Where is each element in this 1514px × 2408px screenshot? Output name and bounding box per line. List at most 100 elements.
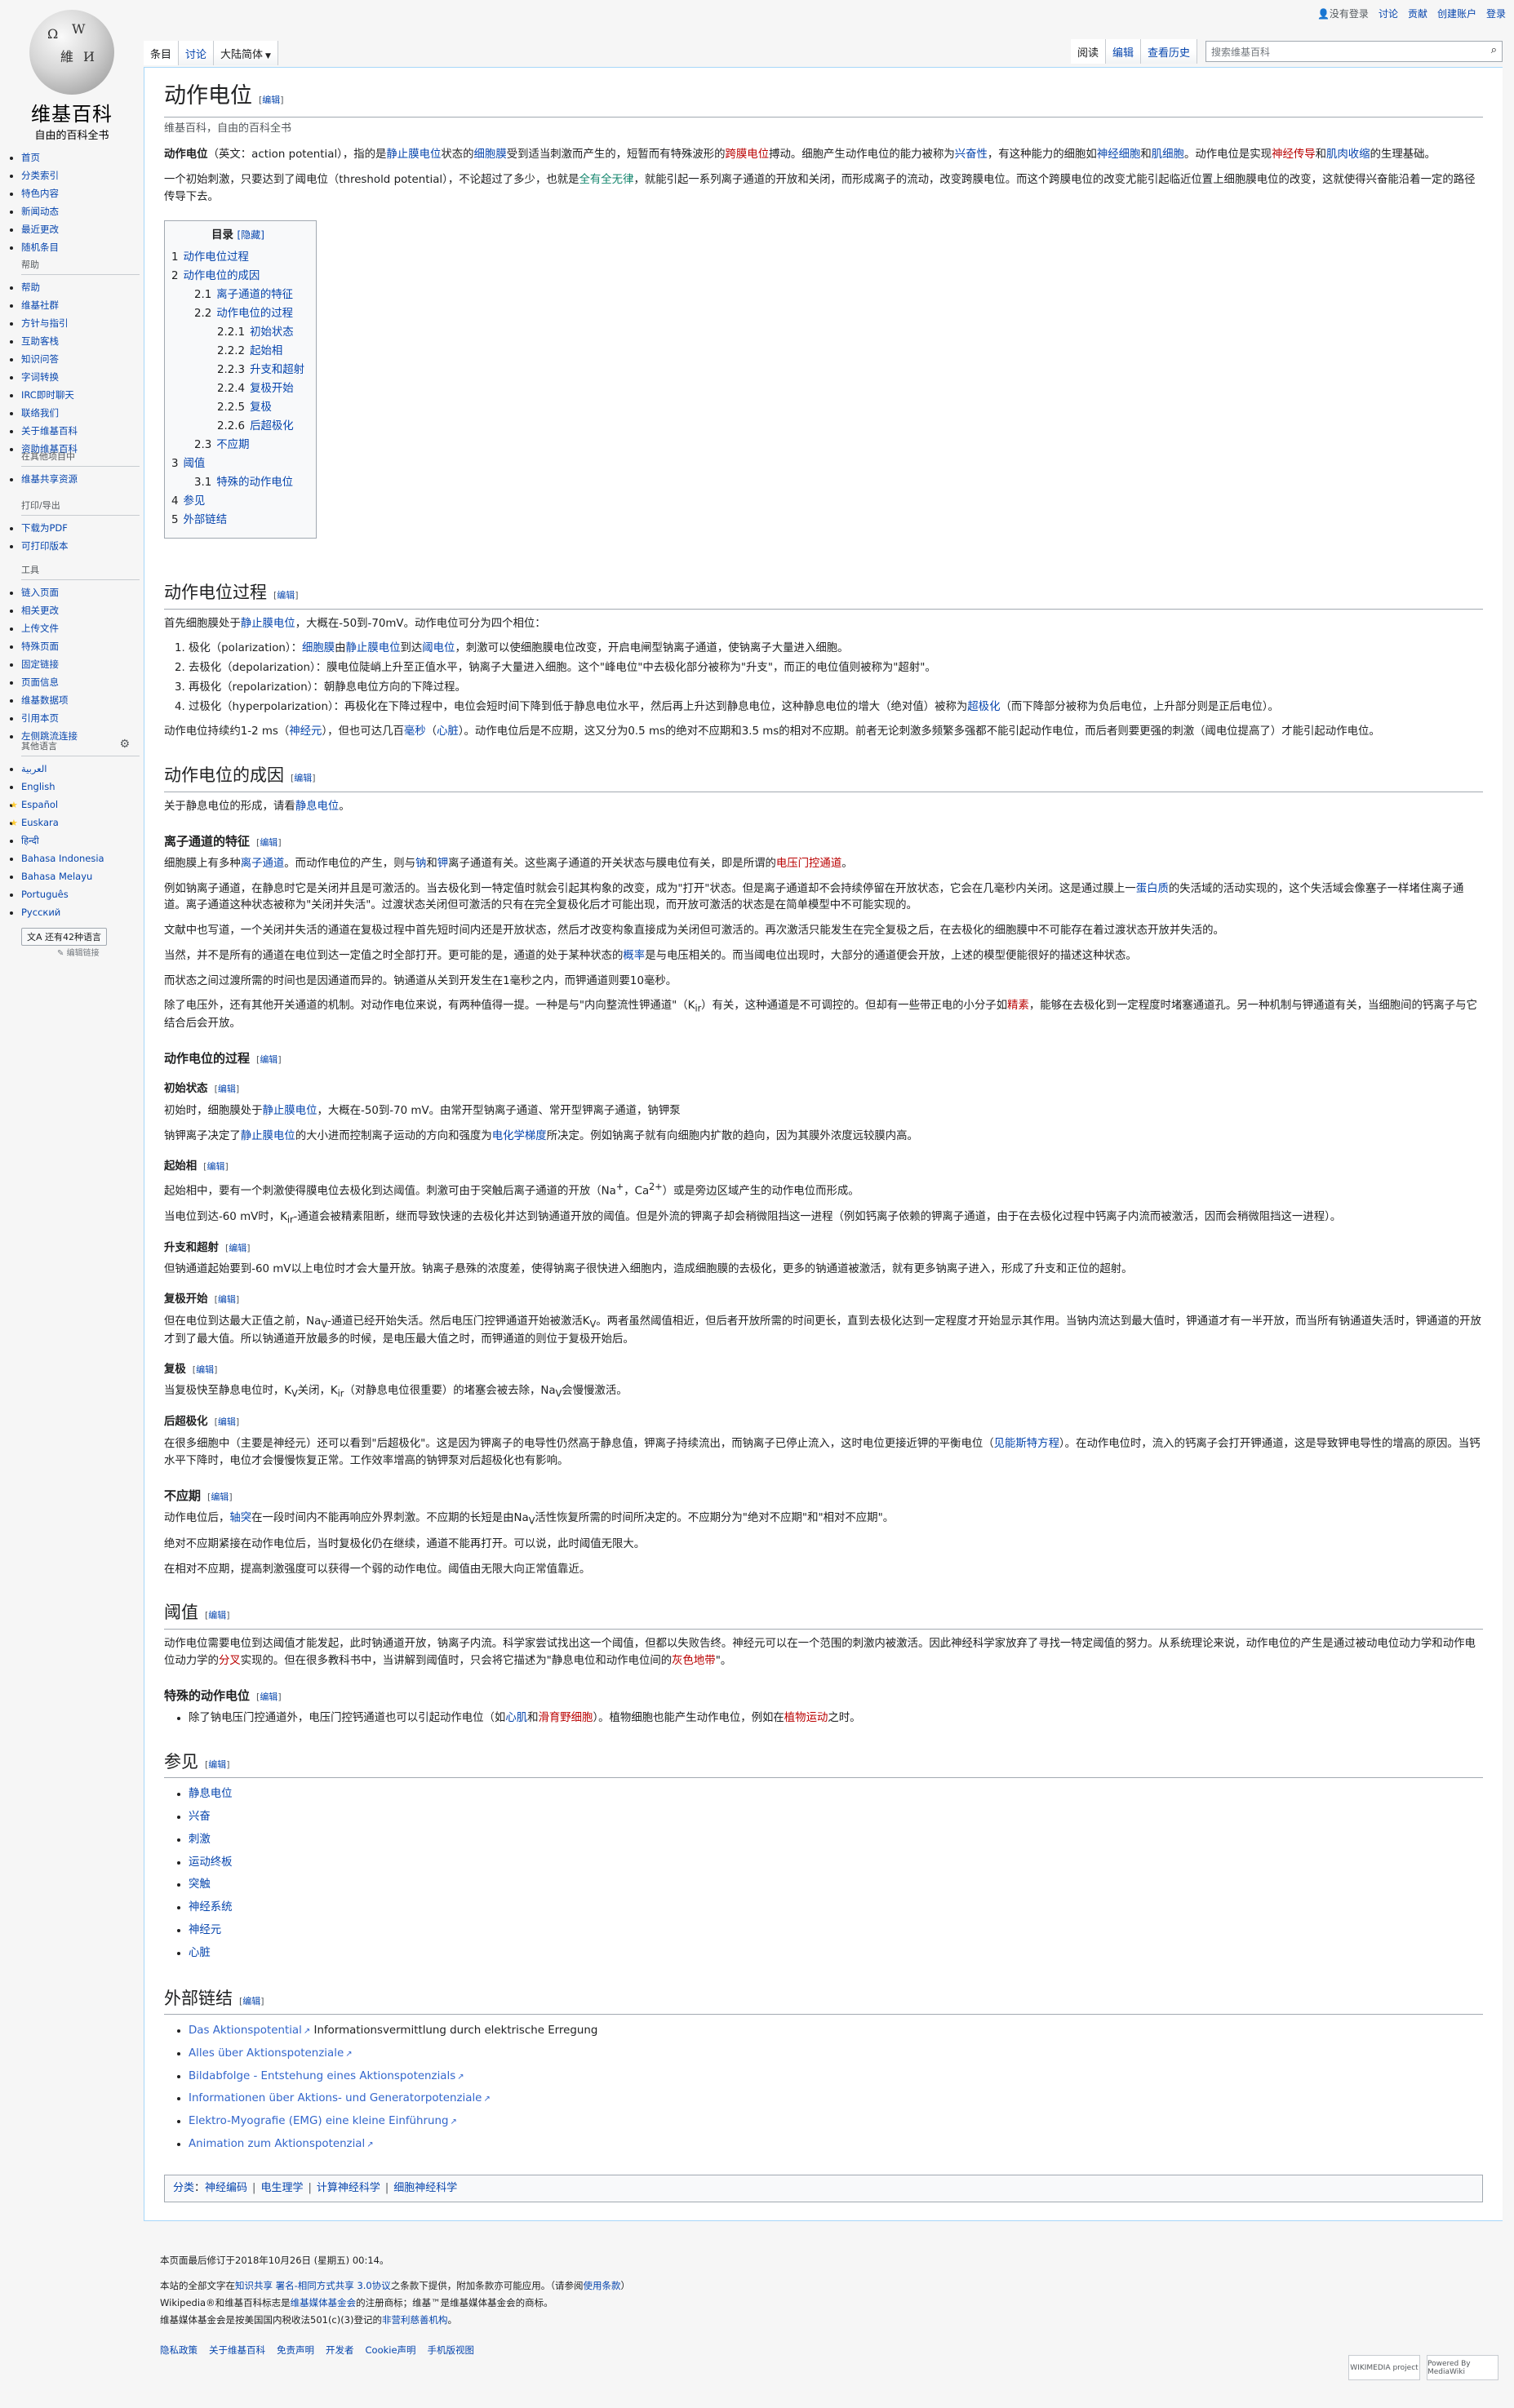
link-protein[interactable]: 蛋白质 — [1136, 883, 1169, 895]
sidebar-help-link[interactable]: 联络我们 — [21, 407, 59, 419]
link-sodium[interactable]: 钠 — [415, 858, 426, 870]
toc-link[interactable]: 后超极化 — [250, 420, 294, 432]
section-edit-link[interactable]: 编辑 — [260, 837, 277, 848]
link-plant-movement[interactable]: 植物运动 — [784, 1712, 828, 1724]
toc-link[interactable]: 特殊的动作电位 — [216, 477, 293, 489]
section-edit-link[interactable]: 编辑 — [242, 1996, 260, 2007]
sidebar-tool-link[interactable]: 维基数据项 — [21, 694, 69, 706]
toc-item[interactable]: 2.2.2 起始相 — [171, 342, 304, 361]
search-icon[interactable]: ⌕ — [1491, 44, 1497, 56]
sidebar-nav-link[interactable]: 特色内容 — [21, 188, 59, 199]
link-resting-potential[interactable]: 静止膜电位 — [241, 618, 295, 630]
link-spermine[interactable]: 精素 — [1007, 1000, 1029, 1012]
see-also-link[interactable]: 兴奋 — [189, 1811, 211, 1823]
see-also-link[interactable]: 运动终板 — [189, 1856, 233, 1869]
section-edit-link[interactable]: 编辑 — [277, 590, 295, 601]
link-muscle-cell[interactable]: 肌细胞 — [1152, 149, 1184, 161]
sidebar-language-link[interactable]: Русский — [21, 907, 60, 918]
section-edit-link[interactable]: 编辑 — [260, 1054, 277, 1065]
see-also-link[interactable]: 神经系统 — [189, 1901, 233, 1914]
sidebar-nav-link[interactable]: 分类索引 — [21, 170, 59, 181]
sidebar-language-link[interactable]: Bahasa Melayu — [21, 871, 92, 882]
sidebar-help-link[interactable]: 互助客栈 — [21, 335, 59, 347]
link-cell-type[interactable]: 滑育野细胞 — [539, 1712, 593, 1724]
personal-talk-link[interactable]: 讨论 — [1379, 7, 1398, 20]
link-excitability[interactable]: 兴奋性 — [955, 149, 988, 161]
link-millisecond[interactable]: 毫秒 — [404, 725, 426, 738]
section-edit-link[interactable]: 编辑 — [206, 1161, 224, 1172]
external-link[interactable]: Das Aktionspotential — [189, 2024, 302, 2037]
sidebar-language-link[interactable]: Español — [21, 799, 58, 810]
toc-item[interactable]: 2.2.6 后超极化 — [171, 417, 304, 436]
edit-links[interactable]: ✎ 编辑链接 — [57, 946, 140, 958]
link-cell-membrane[interactable]: 细胞膜 — [474, 149, 507, 161]
link-potassium[interactable]: 钾 — [437, 858, 448, 870]
variant-dropdown[interactable]: 大陆简体 ▼ — [214, 41, 278, 65]
toc-link[interactable]: 动作电位的成因 — [184, 270, 260, 282]
link-electrochemical-gradient[interactable]: 电化学梯度 — [492, 1130, 547, 1142]
sidebar-help-link[interactable]: 知识问答 — [21, 353, 59, 365]
toc-item[interactable]: 3 阈值 — [171, 455, 304, 473]
toc-item[interactable]: 1 动作电位过程 — [171, 248, 304, 267]
link-transmembrane-potential[interactable]: 跨膜电位 — [726, 149, 770, 161]
external-link[interactable]: Elektro-Myografie (EMG) eine kleine Einf… — [189, 2115, 449, 2127]
link-resting-potential[interactable]: 静止膜电位 — [241, 1130, 295, 1142]
toc-item[interactable]: 2.2.5 复极 — [171, 398, 304, 417]
section-edit-link[interactable]: 编辑 — [208, 1759, 226, 1770]
gear-icon[interactable]: ⚙ — [119, 738, 130, 751]
sidebar-nav-link[interactable]: 新闻动态 — [21, 206, 59, 217]
sidebar-print-link[interactable]: 可打印版本 — [21, 540, 69, 552]
toc-link[interactable]: 不应期 — [216, 439, 249, 451]
title-edit-link[interactable]: 编辑 — [262, 95, 280, 105]
sidebar-tool-link[interactable]: 特殊页面 — [21, 641, 59, 652]
see-also-link[interactable]: 神经元 — [189, 1924, 221, 1936]
powered-by-mediawiki-badge[interactable]: Powered By MediaWiki — [1427, 2355, 1498, 2380]
link-all-or-none[interactable]: 全有全无律 — [579, 174, 634, 186]
toc-link[interactable]: 初始状态 — [250, 326, 294, 339]
toc-link[interactable]: 参见 — [184, 495, 206, 508]
section-edit-link[interactable]: 编辑 — [218, 1417, 236, 1427]
toc-link[interactable]: 动作电位过程 — [184, 251, 249, 264]
link-resting-potential[interactable]: 静止膜电位 — [346, 642, 401, 654]
footer-place-link[interactable]: 关于维基百科 — [209, 2344, 265, 2357]
link-voltage-gated-channel[interactable]: 电压门控通道 — [776, 858, 841, 870]
tab-article[interactable]: 条目 — [144, 41, 180, 65]
sidebar-help-link[interactable]: 帮助 — [21, 282, 40, 293]
sidebar-language-link[interactable]: हिन्दी — [21, 835, 39, 846]
link-resting-potential[interactable]: 静息电位 — [295, 800, 340, 813]
toc-link[interactable]: 升支和超射 — [250, 364, 304, 376]
sidebar-print-link[interactable]: 下载为PDF — [21, 522, 68, 534]
tab-history[interactable]: 查看历史 — [1140, 39, 1197, 64]
sidebar-tool-link[interactable]: 相关更改 — [21, 605, 59, 616]
sidebar-help-link[interactable]: 维基社群 — [21, 299, 59, 311]
toc-item[interactable]: 2.1 离子通道的特征 — [171, 286, 304, 304]
category-link[interactable]: 计算神经科学 — [317, 2182, 380, 2194]
sidebar-nav-link[interactable]: 首页 — [21, 152, 40, 163]
see-also-link[interactable]: 刺激 — [189, 1834, 211, 1846]
footer-place-link[interactable]: 免责声明 — [277, 2344, 314, 2357]
section-edit-link[interactable]: 编辑 — [229, 1243, 246, 1253]
wiki-logo[interactable]: Ω W 維 И 维基百科 自由的百科全书 — [23, 10, 121, 142]
sidebar-nav-link[interactable]: 随机条目 — [21, 242, 59, 253]
footer-place-link[interactable]: 手机版视图 — [428, 2344, 475, 2357]
sidebar-tool-link[interactable]: 页面信息 — [21, 676, 59, 688]
license-link[interactable]: 知识共享 署名-相同方式共享 3.0协议 — [235, 2280, 391, 2291]
link-nernst-equation[interactable]: 见能斯特方程 — [994, 1438, 1059, 1450]
link-resting-potential[interactable]: 静止膜电位 — [386, 149, 441, 161]
see-also-link[interactable]: 静息电位 — [189, 1788, 233, 1800]
sidebar-help-link[interactable]: 关于维基百科 — [21, 425, 78, 437]
category-link[interactable]: 神经编码 — [205, 2182, 247, 2194]
sidebar-language-link[interactable]: العربية — [21, 763, 47, 774]
see-also-link[interactable]: 心脏 — [189, 1947, 211, 1959]
sidebar-language-link[interactable]: Português — [21, 889, 69, 900]
categories-label[interactable]: 分类 — [173, 2182, 194, 2194]
category-link[interactable]: 电生理学 — [260, 2182, 303, 2194]
toc-hide-toggle[interactable]: [隐藏] — [238, 229, 264, 241]
nonprofit-link[interactable]: 非营利慈善机构 — [382, 2314, 448, 2326]
tab-talk[interactable]: 讨论 — [179, 41, 215, 65]
create-account-link[interactable]: 创建账户 — [1437, 7, 1476, 20]
toc-item[interactable]: 2.2.4 复极开始 — [171, 379, 304, 398]
tab-read[interactable]: 阅读 — [1070, 39, 1106, 64]
link-gray-zone[interactable]: 灰色地带 — [672, 1655, 716, 1667]
toc-link[interactable]: 复极 — [250, 401, 272, 414]
